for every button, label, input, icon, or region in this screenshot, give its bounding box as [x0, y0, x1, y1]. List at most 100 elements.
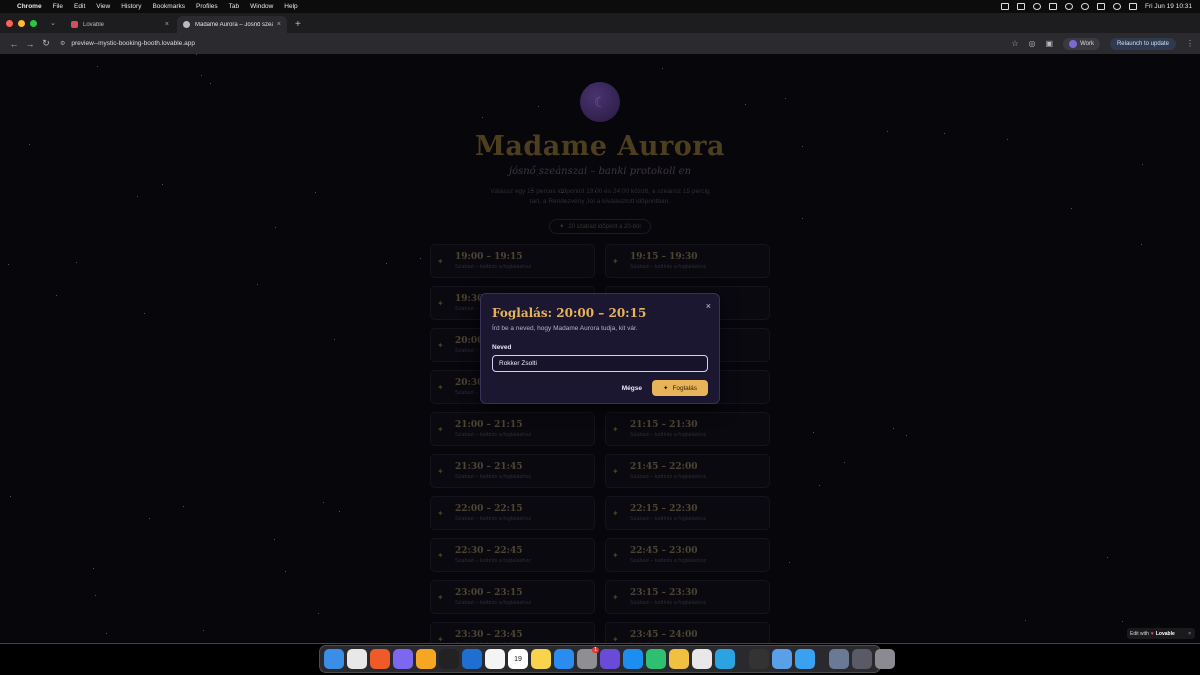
notes-icon[interactable]	[531, 649, 551, 669]
status-app-icon[interactable]	[1017, 3, 1026, 10]
app-circle-icon[interactable]	[795, 649, 815, 669]
slot-card[interactable]: ✦ 21:30 – 21:45 Szabad – kattints a foglal…	[430, 454, 595, 488]
badge-brand: Lovable	[1155, 630, 1175, 637]
close-icon[interactable]: ×	[1188, 631, 1191, 637]
url-field[interactable]: ⚙ preview--mystic-booking-booth.lovable.…	[60, 36, 1011, 51]
status-app-icon[interactable]	[1001, 3, 1010, 10]
zoom-window-button[interactable]	[30, 19, 37, 27]
chrome-icon[interactable]	[347, 649, 367, 669]
globe-favicon-icon	[183, 21, 190, 28]
reload-icon[interactable]: ↻	[38, 38, 54, 49]
slot-card[interactable]: ✦ 23:30 – 23:45 Szabad – kattints a foglal…	[430, 622, 595, 643]
menu-tab[interactable]: Tab	[229, 3, 239, 10]
star-dot	[662, 68, 663, 69]
status-app-icon[interactable]	[1049, 3, 1058, 10]
bookmark-star-icon[interactable]: ☆	[1011, 39, 1018, 48]
kebab-menu-icon[interactable]: ⋮	[1186, 39, 1194, 48]
folder-icon[interactable]	[829, 649, 849, 669]
close-tab-icon[interactable]: ×	[165, 21, 169, 28]
star-dot	[789, 562, 790, 563]
close-tab-icon[interactable]: ×	[277, 21, 281, 28]
cancel-button[interactable]: Mégse	[622, 385, 642, 392]
back-icon[interactable]: ←	[6, 39, 22, 49]
slot-time: 23:30 – 23:45	[455, 630, 523, 640]
star-dot	[274, 539, 275, 540]
sparkle-icon: ✦	[612, 550, 619, 560]
slot-card[interactable]: ✦ 22:00 – 22:15 Szabad – kattints a foglal…	[430, 496, 595, 530]
menu-view[interactable]: View	[96, 3, 110, 10]
minimize-window-button[interactable]	[18, 19, 25, 27]
slot-card[interactable]: ✦ 22:15 – 22:30 Szabad – kattints a foglal…	[605, 496, 770, 530]
close-icon[interactable]: ×	[706, 301, 711, 311]
book-button[interactable]: ✦ Foglalás	[652, 380, 708, 396]
tab-search-icon[interactable]: ⌄	[47, 13, 59, 33]
app-store-icon[interactable]	[623, 649, 643, 669]
menu-history[interactable]: History	[121, 3, 141, 10]
tab-madame-aurora[interactable]: Madame Aurora – Jósnő szeá... ×	[177, 16, 287, 33]
search-icon[interactable]	[1113, 3, 1122, 10]
extension-icon[interactable]: ◎	[1029, 39, 1036, 48]
tab-lovable[interactable]: Lovable ×	[65, 16, 175, 33]
finder-icon[interactable]	[324, 649, 344, 669]
avatar	[1069, 39, 1078, 48]
slot-card[interactable]: ✦ 21:15 – 21:30 Szabad – kattints a foglal…	[605, 412, 770, 446]
slot-card[interactable]: ✦ 23:15 – 23:30 Szabad – kattints a foglal…	[605, 580, 770, 614]
star-dot	[1025, 620, 1026, 621]
slot-status: Szabad – kattints a foglaláshoz	[455, 264, 532, 270]
menu-bookmarks[interactable]: Bookmarks	[152, 3, 185, 10]
slot-card[interactable]: ✦ 23:45 – 24:00 Szabad – kattints a foglal…	[605, 622, 770, 643]
screens-icon[interactable]	[852, 649, 872, 669]
status-app-icon[interactable]	[1033, 3, 1042, 10]
menu-app-name[interactable]: Chrome	[17, 3, 42, 10]
profile-button[interactable]: Work	[1063, 37, 1100, 50]
menu-help[interactable]: Help	[284, 3, 297, 10]
new-tab-button[interactable]: +	[289, 16, 307, 33]
ai-app-icon[interactable]	[600, 649, 620, 669]
grid-app-icon[interactable]	[692, 649, 712, 669]
chat-icon[interactable]	[646, 649, 666, 669]
menu-window[interactable]: Window	[250, 3, 273, 10]
control-center-icon[interactable]	[1129, 3, 1138, 10]
sparkle-icon: ✦	[612, 256, 619, 266]
close-window-button[interactable]	[6, 19, 13, 27]
status-app-icon[interactable]	[1065, 3, 1074, 10]
app-blue-icon[interactable]	[772, 649, 792, 669]
slot-card[interactable]: ✦ 19:15 – 19:30 Szabad – kattints a foglal…	[605, 244, 770, 278]
app-purple-icon[interactable]	[393, 649, 413, 669]
slot-card[interactable]: ✦ 23:00 – 23:15 Szabad – kattints a foglal…	[430, 580, 595, 614]
notes-white-icon[interactable]	[485, 649, 505, 669]
outlook-icon[interactable]	[462, 649, 482, 669]
slot-status: Szabad – kattints a foglaláshoz	[455, 642, 531, 643]
calendar-icon[interactable]: 19	[508, 649, 528, 669]
slot-card[interactable]: ✦ 22:30 – 22:45 Szabad – kattints a foglal…	[430, 538, 595, 572]
menu-edit[interactable]: Edit	[74, 3, 85, 10]
slot-status: Szabad – kattints a foglaláshoz	[455, 474, 532, 480]
slot-card[interactable]: ✦ 21:00 – 21:15 Szabad – kattints a foglal…	[430, 412, 595, 446]
site-info-icon[interactable]: ⚙	[60, 40, 65, 47]
name-input[interactable]: Rokker Zsolti	[492, 355, 708, 372]
edit-with-lovable-badge[interactable]: Edit with ♥ Lovable ×	[1127, 628, 1195, 639]
name-label: Neved	[492, 344, 512, 351]
slot-card[interactable]: ✦ 19:00 – 19:15 Szabad – kattints a foglal…	[430, 244, 595, 278]
extensions-puzzle-icon[interactable]: ▣	[1046, 39, 1054, 48]
wifi-icon[interactable]	[1081, 3, 1090, 10]
telegram-icon[interactable]	[715, 649, 735, 669]
safari-icon[interactable]	[554, 649, 574, 669]
battery-icon[interactable]	[1097, 3, 1106, 10]
launchpad-icon[interactable]	[749, 649, 769, 669]
sparkle-icon: ✦	[437, 340, 444, 350]
star-dot	[203, 630, 204, 631]
photos-icon[interactable]	[669, 649, 689, 669]
terminal-icon[interactable]	[439, 649, 459, 669]
clock[interactable]: Fri Jun 19 10:31	[1145, 3, 1192, 10]
trash-icon[interactable]	[875, 649, 895, 669]
settings-icon[interactable]: 1	[577, 647, 599, 669]
forward-icon[interactable]: →	[22, 39, 38, 49]
menu-file[interactable]: File	[53, 3, 63, 10]
slot-card[interactable]: ✦ 22:45 – 23:00 Szabad – kattints a foglal…	[605, 538, 770, 572]
menu-profiles[interactable]: Profiles	[196, 3, 218, 10]
slot-card[interactable]: ✦ 21:45 – 22:00 Szabad – kattints a foglal…	[605, 454, 770, 488]
relaunch-button[interactable]: Relaunch to update	[1109, 37, 1176, 50]
app-yellow-icon[interactable]	[416, 649, 436, 669]
app-orange-icon[interactable]	[370, 649, 390, 669]
